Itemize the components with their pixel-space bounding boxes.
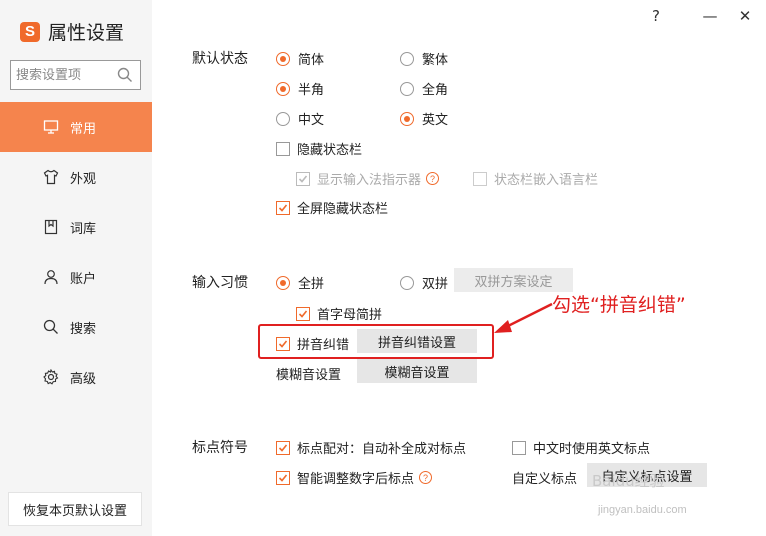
option-label: 全屏隐藏状态栏: [297, 202, 389, 217]
option-label: 半角: [298, 83, 325, 98]
checkbox-checked-icon: [276, 440, 290, 455]
radio-full-width[interactable]: 全角: [400, 79, 448, 98]
sidebar-item-appearance[interactable]: 外观: [0, 152, 152, 202]
radio-icon: [400, 81, 414, 96]
checkbox-checked-icon: [296, 171, 310, 186]
checkbox-show-indicator[interactable]: 显示输入法指示器 ?: [296, 169, 440, 188]
checkbox-checked-icon: [276, 470, 290, 485]
search-box[interactable]: [10, 60, 141, 90]
close-button[interactable]: ✕: [734, 6, 756, 26]
fuzzy-settings-button[interactable]: 模糊音设置: [357, 359, 477, 383]
sidebar-item-label: 高级: [70, 371, 97, 387]
shirt-icon: [42, 168, 60, 186]
radio-icon: [400, 51, 414, 66]
sidebar-item-search[interactable]: 搜索: [0, 302, 152, 352]
sidebar-item-account[interactable]: 账户: [0, 252, 152, 302]
checkbox-icon: [473, 171, 487, 186]
radio-english[interactable]: 英文: [400, 109, 448, 128]
section-label-default-state: 默认状态: [192, 51, 248, 67]
search-input[interactable]: [16, 67, 116, 83]
watermark-text: Baidu经验: [592, 472, 665, 490]
sidebar-nav: 常用 外观 词库 账户 搜索 高级: [0, 102, 152, 402]
radio-icon: [276, 111, 290, 126]
option-label: 首字母简拼: [317, 308, 383, 323]
section-label-input-habit: 输入习惯: [192, 275, 248, 291]
book-icon: [42, 218, 60, 236]
gear-icon: [42, 368, 60, 386]
radio-selected-icon: [276, 51, 290, 66]
section-label-punctuation: 标点符号: [192, 440, 248, 456]
checkbox-auto-pair[interactable]: 标点配对：自动补全成对标点: [276, 438, 466, 457]
fuzzy-label: 模糊音设置: [276, 368, 342, 383]
annotation-arrow-icon: [494, 302, 553, 333]
help-icon[interactable]: ?: [419, 471, 433, 484]
annotation-highlight-box: [258, 324, 494, 359]
sidebar-item-label: 账户: [70, 271, 97, 287]
radio-double-pinyin[interactable]: 双拼: [400, 273, 448, 292]
annotation-text: 勾选“拼音纠错”: [552, 294, 686, 316]
radio-chinese[interactable]: 中文: [276, 109, 324, 128]
option-label: 英文: [422, 113, 449, 128]
radio-icon: [400, 275, 414, 290]
radio-selected-icon: [276, 81, 290, 96]
option-label: 繁体: [422, 53, 449, 68]
checkbox-icon: [276, 141, 290, 156]
restore-defaults-button[interactable]: 恢复本页默认设置: [8, 492, 142, 526]
app-title: 属性设置: [48, 22, 125, 44]
option-label: 中文: [298, 113, 325, 128]
option-label: 简体: [298, 53, 325, 68]
checkbox-fullscreen-hide[interactable]: 全屏隐藏状态栏: [276, 198, 388, 217]
radio-traditional[interactable]: 繁体: [400, 49, 448, 68]
sogou-logo-icon: S: [20, 21, 40, 42]
option-label: 全角: [422, 83, 449, 98]
search-icon: [42, 318, 60, 336]
custom-punct-label: 自定义标点: [512, 472, 578, 487]
minimize-button[interactable]: —: [699, 6, 721, 26]
radio-selected-icon: [400, 111, 414, 126]
sidebar-item-label: 词库: [70, 221, 97, 237]
watermark-url: jingyan.baidu.com: [598, 504, 687, 516]
help-icon[interactable]: ?: [426, 172, 440, 185]
sidebar-item-label: 外观: [70, 171, 97, 187]
sidebar-item-dictionary[interactable]: 词库: [0, 202, 152, 252]
checkbox-smart-number[interactable]: 智能调整数字后标点 ?: [276, 468, 433, 487]
checkbox-english-punct[interactable]: 中文时使用英文标点: [512, 438, 650, 457]
sidebar-item-label: 常用: [70, 121, 97, 137]
search-icon[interactable]: [117, 67, 133, 87]
checkbox-embed-language-bar[interactable]: 状态栏嵌入语言栏: [473, 169, 598, 188]
option-label: 状态栏嵌入语言栏: [494, 173, 599, 188]
checkbox-checked-icon: [276, 200, 290, 215]
double-pinyin-settings-button[interactable]: 双拼方案设定: [454, 268, 573, 292]
sidebar: S 属性设置 常用 外观 词库: [0, 0, 152, 536]
sidebar-item-label: 搜索: [70, 321, 97, 337]
sidebar-item-advanced[interactable]: 高级: [0, 352, 152, 402]
checkbox-initial-abbrev[interactable]: 首字母简拼: [296, 304, 382, 323]
option-label: 标点配对：自动补全成对标点: [297, 442, 467, 457]
checkbox-icon: [512, 440, 526, 455]
option-label: 中文时使用英文标点: [533, 442, 651, 457]
radio-selected-icon: [276, 275, 290, 290]
radio-half-width[interactable]: 半角: [276, 79, 324, 98]
brand: S 属性设置: [20, 18, 124, 45]
help-button[interactable]: ?: [645, 6, 667, 26]
user-icon: [42, 268, 60, 286]
option-label: 双拼: [422, 277, 449, 292]
option-label: 显示输入法指示器: [317, 173, 422, 188]
option-label: 智能调整数字后标点: [297, 472, 415, 487]
option-label: 隐藏状态栏: [297, 143, 363, 158]
option-label: 全拼: [298, 277, 325, 292]
monitor-icon: [42, 118, 60, 136]
checkbox-checked-icon: [296, 306, 310, 321]
checkbox-hide-status-bar[interactable]: 隐藏状态栏: [276, 139, 362, 158]
radio-full-pinyin[interactable]: 全拼: [276, 273, 324, 292]
radio-simplified[interactable]: 简体: [276, 49, 324, 68]
sidebar-item-general[interactable]: 常用: [0, 102, 152, 152]
